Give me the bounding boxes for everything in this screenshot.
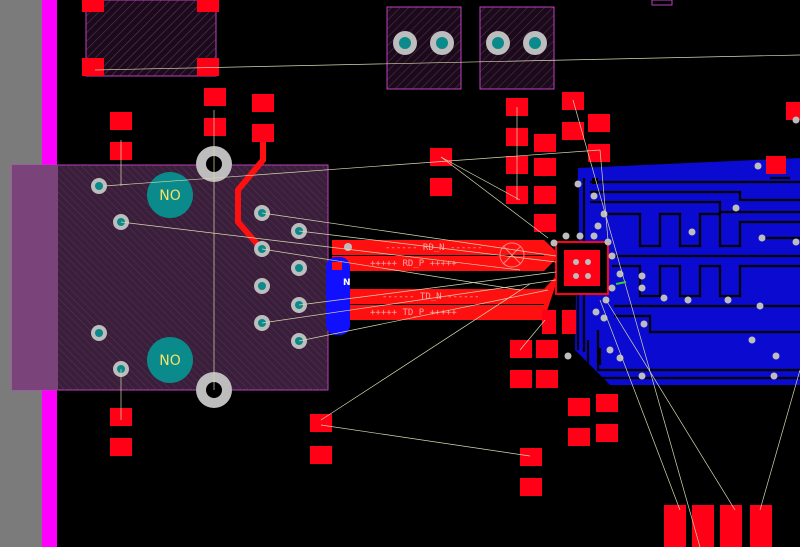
trace-label-rd-p: +++++ RD_P +++++ bbox=[370, 259, 457, 269]
pcb-layout-canvas[interactable]: ------ RD_N ------ +++++ RD_P +++++ ----… bbox=[0, 0, 800, 547]
mounting-hole-label-bottom: NO bbox=[159, 353, 181, 369]
layer-marker-n: N bbox=[343, 278, 351, 288]
trace-label-td-p: +++++ TD_P +++++ bbox=[370, 308, 457, 318]
ethernet-phy-ic[interactable] bbox=[555, 241, 609, 295]
pad[interactable] bbox=[651, 0, 673, 6]
pad[interactable] bbox=[197, 0, 219, 12]
connector-top-1[interactable] bbox=[386, 6, 462, 90]
pad[interactable] bbox=[82, 58, 104, 76]
pad[interactable] bbox=[197, 58, 219, 76]
mounting-hole-label-top: NO bbox=[159, 188, 181, 204]
pad[interactable] bbox=[82, 0, 104, 12]
connector-top-2[interactable] bbox=[479, 6, 555, 90]
component-top-left[interactable] bbox=[82, 0, 219, 77]
